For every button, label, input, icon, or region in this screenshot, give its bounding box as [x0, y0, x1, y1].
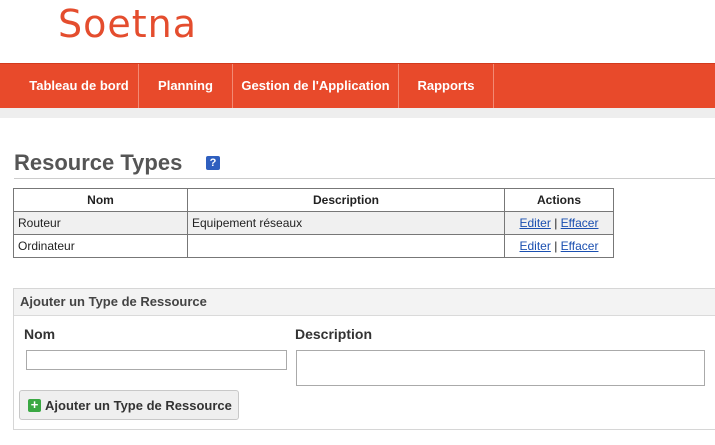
nav-item-tableau-de-bord[interactable]: Tableau de bord: [20, 64, 139, 108]
nav-shadow-band: [0, 108, 715, 118]
cell-nom: Routeur: [13, 211, 188, 235]
description-textarea[interactable]: [296, 350, 705, 386]
description-label: Description: [295, 326, 373, 342]
delete-link[interactable]: Effacer: [561, 239, 599, 253]
cell-description: Equipement réseaux: [187, 211, 505, 235]
nom-input[interactable]: [26, 350, 287, 370]
plus-icon: +: [28, 398, 41, 412]
action-separator: |: [554, 216, 558, 230]
nav-item-gestion[interactable]: Gestion de l'Application: [233, 64, 399, 108]
action-separator: |: [554, 239, 558, 253]
delete-link[interactable]: Effacer: [561, 216, 599, 230]
logo-swoosh: [60, 39, 210, 41]
main-navbar: Tableau de bord Planning Gestion de l'Ap…: [0, 63, 715, 109]
add-resource-type-panel: Ajouter un Type de Ressource Nom Descrip…: [13, 288, 715, 430]
add-resource-type-button[interactable]: + Ajouter un Type de Ressource: [19, 390, 239, 420]
column-header-actions: Actions: [504, 188, 614, 212]
table-row: Ordinateur Editer | Effacer: [13, 234, 614, 258]
cell-nom: Ordinateur: [13, 234, 188, 258]
panel-header: Ajouter un Type de Ressource: [14, 289, 715, 316]
column-header-description: Description: [187, 188, 505, 212]
add-button-label: Ajouter un Type de Ressource: [45, 397, 232, 413]
resource-types-table: Nom Description Actions Routeur Equipeme…: [13, 188, 614, 258]
table-row: Routeur Equipement réseaux Editer | Effa…: [13, 211, 614, 235]
nom-label: Nom: [24, 326, 56, 342]
cell-description: [187, 234, 505, 258]
cell-actions: Editer | Effacer: [504, 211, 614, 235]
nav-item-planning[interactable]: Planning: [139, 64, 233, 108]
cell-actions: Editer | Effacer: [504, 234, 614, 258]
table-header-row: Nom Description Actions: [13, 188, 614, 212]
column-header-nom: Nom: [13, 188, 188, 212]
page-title: Resource Types: [14, 150, 183, 175]
title-divider: [14, 178, 715, 179]
edit-link[interactable]: Editer: [520, 216, 551, 230]
nav-item-rapports[interactable]: Rapports: [399, 64, 494, 108]
edit-link[interactable]: Editer: [520, 239, 551, 253]
help-icon[interactable]: ?: [206, 156, 220, 170]
